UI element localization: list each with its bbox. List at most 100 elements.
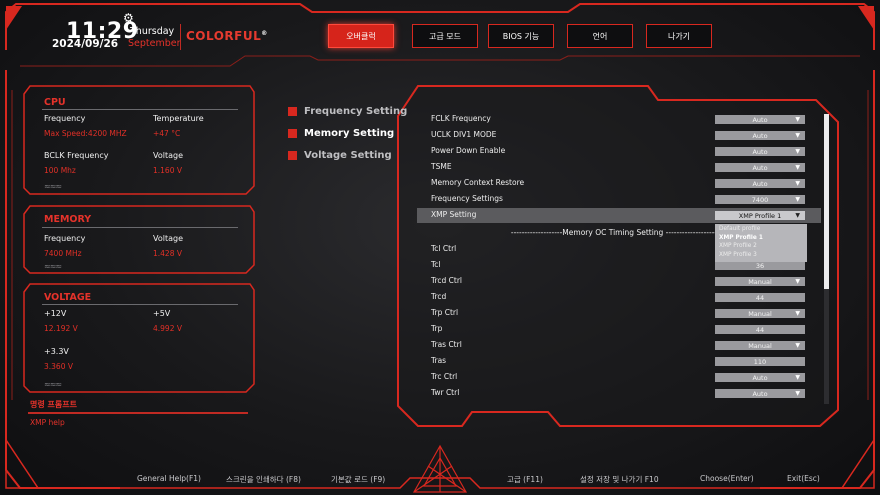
bclk-frequency-value: 100 Mhz: [44, 166, 76, 175]
submenu-label: Memory Setting: [304, 128, 395, 139]
tab-overclock[interactable]: 오버클럭: [328, 24, 394, 48]
footer-advanced[interactable]: 고급 (F11): [507, 474, 543, 485]
footer-general-help[interactable]: General Help(F1): [137, 474, 201, 483]
setting-value: Manual: [748, 309, 772, 318]
bullet-square-icon: [288, 107, 297, 116]
setting-label: Trcd: [431, 292, 447, 301]
cpu-title: CPU: [44, 97, 66, 108]
memory-voltage-value: 1.428 V: [153, 249, 182, 258]
setting-row-twr-ctrl[interactable]: Twr Ctrl Auto ▼: [417, 386, 821, 401]
setting-select[interactable]: Auto ▼: [715, 115, 805, 124]
memory-card: MEMORY Frequency 7400 MHz Voltage 1.428 …: [24, 206, 254, 273]
setting-row-uclk-div1-mode[interactable]: UCLK DIV1 MODE Auto ▼: [417, 128, 821, 143]
cpu-voltage-value: 1.160 V: [153, 166, 182, 175]
setting-label: Twr Ctrl: [431, 388, 460, 397]
setting-select[interactable]: Auto ▼: [715, 131, 805, 140]
setting-select[interactable]: Auto ▼: [715, 179, 805, 188]
footer-load-defaults[interactable]: 기본값 로드 (F9): [331, 474, 385, 485]
submenu-memory-setting[interactable]: Memory Setting: [288, 128, 394, 139]
footer-choose[interactable]: Choose(Enter): [700, 474, 754, 483]
dropdown-arrow-icon: ▼: [795, 278, 800, 285]
dropdown-arrow-icon: ▼: [795, 390, 800, 397]
setting-input[interactable]: 44: [715, 325, 805, 334]
setting-row-tras[interactable]: Tras 110: [417, 354, 821, 369]
cpu-frequency-value: Max Speed:4200 MHZ: [44, 129, 127, 138]
setting-label: Tras Ctrl: [431, 340, 462, 349]
dropdown-option[interactable]: XMP Profile 3: [719, 251, 803, 260]
xmp-dropdown-list[interactable]: Default profile XMP Profile 1 XMP Profil…: [715, 224, 807, 262]
footer-save-and-exit[interactable]: 설정 저장 및 나가기 F10: [580, 474, 659, 485]
setting-row-trc-ctrl[interactable]: Trc Ctrl Auto ▼: [417, 370, 821, 385]
setting-select[interactable]: XMP Profile 1 ▼: [715, 211, 805, 220]
setting-value: Auto: [752, 179, 768, 188]
setting-row-tsme[interactable]: TSME Auto ▼: [417, 160, 821, 175]
setting-value: 44: [755, 325, 765, 334]
tab-language[interactable]: 언어: [567, 24, 633, 48]
setting-row-tras-ctrl[interactable]: Tras Ctrl Manual ▼: [417, 338, 821, 353]
date: 2024/09/26: [52, 38, 119, 50]
setting-label: FCLK Frequency: [431, 114, 491, 123]
setting-label: Memory Context Restore: [431, 178, 525, 187]
setting-row-frequency-settings[interactable]: Frequency Settings 7400 ▼: [417, 192, 821, 207]
dropdown-option[interactable]: Default profile: [719, 225, 803, 234]
setting-select[interactable]: Auto ▼: [715, 373, 805, 382]
setting-select[interactable]: Manual ▼: [715, 341, 805, 350]
dropdown-option[interactable]: XMP Profile 2: [719, 242, 803, 251]
wave-decoration-icon: ≈≈≈: [44, 182, 62, 191]
setting-select[interactable]: Auto ▼: [715, 147, 805, 156]
setting-value: 110: [753, 357, 767, 366]
settings-scrollbar[interactable]: [824, 114, 829, 404]
scrollbar-thumb[interactable]: [824, 114, 829, 289]
setting-row-memory-context-restore[interactable]: Memory Context Restore Auto ▼: [417, 176, 821, 191]
setting-label: Power Down Enable: [431, 146, 506, 155]
help-title: 명령 프롬프트: [30, 400, 77, 409]
divider: [42, 304, 238, 305]
setting-value: Auto: [752, 115, 768, 124]
setting-select[interactable]: 7400 ▼: [715, 195, 805, 204]
setting-row-power-down-enable[interactable]: Power Down Enable Auto ▼: [417, 144, 821, 159]
v33-label: +3.3V: [44, 347, 69, 356]
setting-row-trcd-ctrl[interactable]: Trcd Ctrl Manual ▼: [417, 274, 821, 289]
setting-input[interactable]: 44: [715, 293, 805, 302]
wave-decoration-icon: ≈≈≈: [44, 262, 62, 271]
setting-select[interactable]: Manual ▼: [715, 277, 805, 286]
setting-label: XMP Setting: [431, 210, 477, 219]
setting-label: TSME: [431, 162, 452, 171]
dropdown-arrow-icon: ▼: [795, 196, 800, 203]
setting-value: Auto: [752, 163, 768, 172]
footer-exit[interactable]: Exit(Esc): [787, 474, 820, 483]
v12-label: +12V: [44, 309, 67, 318]
divider: [42, 227, 238, 228]
setting-row-fclk-frequency[interactable]: FCLK Frequency Auto ▼: [417, 112, 821, 127]
voltage-card: VOLTAGE +12V 12.192 V +5V 4.992 V +3.3V …: [24, 284, 254, 392]
setting-select[interactable]: Auto ▼: [715, 389, 805, 398]
setting-value: XMP Profile 1: [738, 211, 782, 220]
tab-exit[interactable]: 나가기: [646, 24, 712, 48]
tab-bios-features[interactable]: BIOS 기능: [488, 24, 554, 48]
setting-row-trp[interactable]: Trp 44: [417, 322, 821, 337]
bullet-square-icon: [288, 129, 297, 138]
submenu-voltage-setting[interactable]: Voltage Setting: [288, 150, 392, 161]
dropdown-arrow-icon: ▼: [795, 342, 800, 349]
cpu-temperature-label: Temperature: [153, 114, 204, 123]
setting-row-trp-ctrl[interactable]: Trp Ctrl Manual ▼: [417, 306, 821, 321]
setting-input[interactable]: 110: [715, 357, 805, 366]
setting-value: Manual: [748, 277, 772, 286]
setting-input[interactable]: 36: [715, 261, 805, 270]
setting-value: 44: [755, 293, 765, 302]
memory-frequency-value: 7400 MHz: [44, 249, 82, 258]
setting-row-trcd[interactable]: Trcd 44: [417, 290, 821, 305]
submenu-frequency-setting[interactable]: Frequency Setting: [288, 106, 407, 117]
dropdown-arrow-icon: ▼: [795, 310, 800, 317]
footer-print-screen[interactable]: 스크린을 인쇄하다 (F8): [226, 474, 301, 485]
tab-advanced-mode[interactable]: 고급 모드: [412, 24, 478, 48]
setting-select[interactable]: Manual ▼: [715, 309, 805, 318]
dropdown-arrow-icon: ▼: [795, 212, 800, 219]
setting-select[interactable]: Auto ▼: [715, 163, 805, 172]
brand-logo: COLORFUL®: [186, 29, 268, 43]
cpu-frequency-label: Frequency: [44, 114, 86, 123]
setting-row-xmp-setting[interactable]: XMP Setting XMP Profile 1 ▼: [417, 208, 821, 223]
settings-gear-icon[interactable]: ⚙: [123, 11, 134, 25]
dropdown-option[interactable]: XMP Profile 1: [719, 234, 803, 243]
dropdown-arrow-icon: ▼: [795, 180, 800, 187]
